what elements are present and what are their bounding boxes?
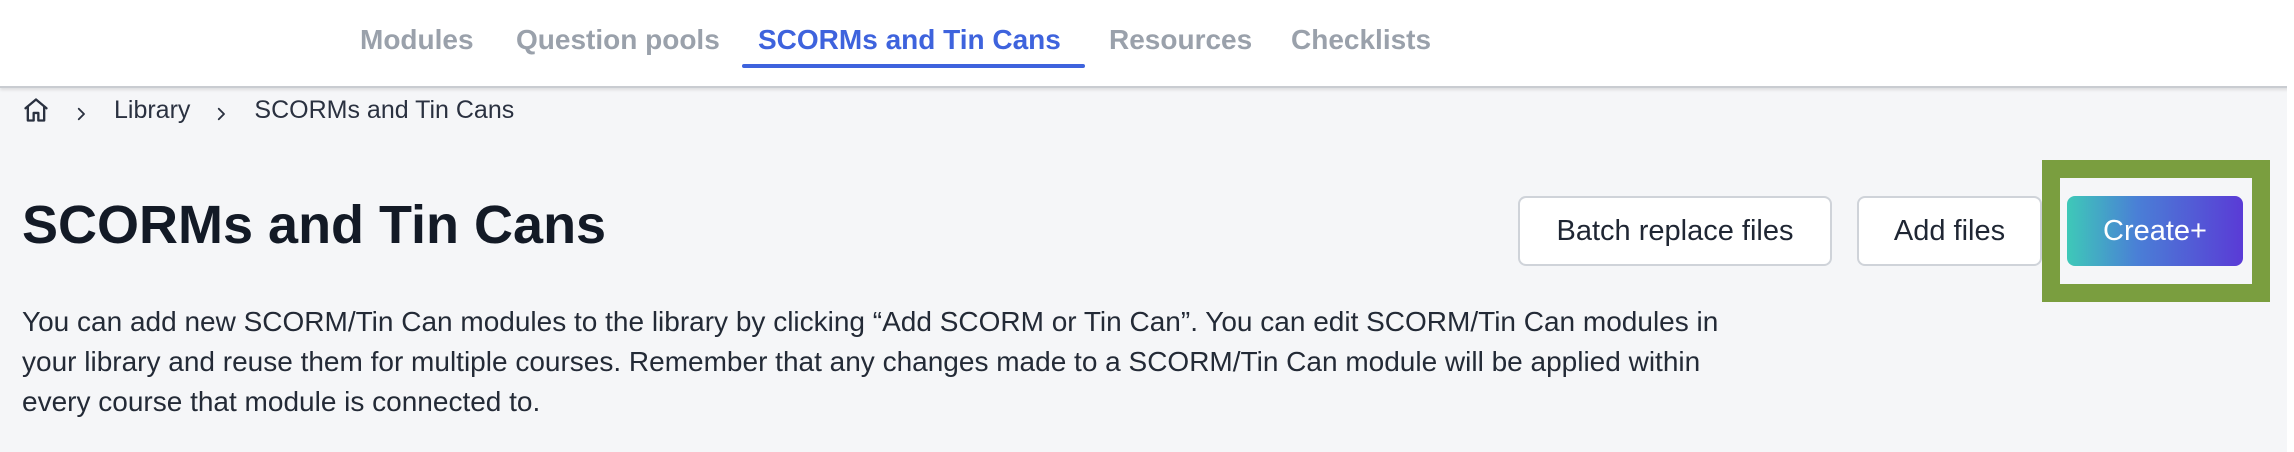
- add-files-button[interactable]: Add files: [1857, 196, 2042, 266]
- batch-replace-files-button[interactable]: Batch replace files: [1518, 196, 1832, 266]
- tab-resources[interactable]: Resources: [1109, 24, 1252, 56]
- breadcrumb: Library SCORMs and Tin Cans: [22, 94, 514, 126]
- chevron-right-icon: [72, 101, 90, 121]
- tab-question-pools[interactable]: Question pools: [516, 24, 720, 56]
- description-line: every course that module is connected to…: [22, 386, 541, 417]
- tab-scorms-and-tin-cans[interactable]: SCORMs and Tin Cans: [758, 24, 1061, 56]
- right-edge-strip: [2287, 0, 2294, 452]
- home-icon[interactable]: [22, 96, 50, 124]
- description-line: You can add new SCORM/Tin Can modules to…: [22, 306, 1719, 337]
- description-line: your library and reuse them for multiple…: [22, 346, 1701, 377]
- tab-checklists[interactable]: Checklists: [1291, 24, 1431, 56]
- chevron-right-icon: [212, 101, 230, 121]
- create-button[interactable]: Create+: [2067, 196, 2243, 266]
- tab-bar: Modules Question pools SCORMs and Tin Ca…: [0, 0, 2294, 88]
- active-tab-indicator: [742, 64, 1085, 68]
- page-title: SCORMs and Tin Cans: [22, 195, 607, 255]
- page-description: You can add new SCORM/Tin Can modules to…: [22, 302, 1882, 422]
- tab-modules[interactable]: Modules: [360, 24, 474, 56]
- breadcrumb-current: SCORMs and Tin Cans: [254, 95, 515, 124]
- breadcrumb-library[interactable]: Library: [114, 96, 190, 125]
